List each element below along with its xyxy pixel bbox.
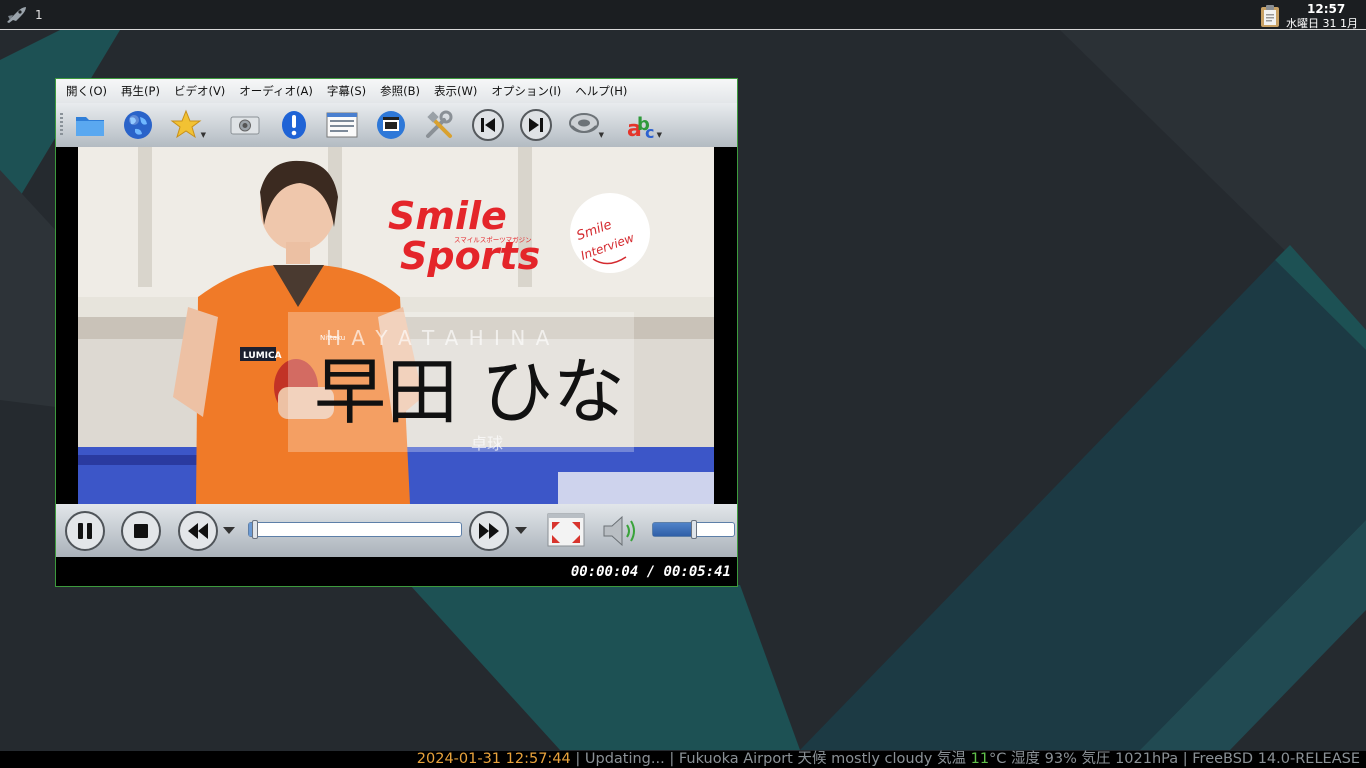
main-toolbar: ▼ ▼ a b c ▼ — [56, 103, 737, 147]
status-datetime: 2024-01-31 12:57:44 — [416, 751, 571, 767]
menu-video[interactable]: ビデオ(V) — [174, 83, 225, 99]
menu-bar: 開く(O) 再生(P) ビデオ(V) オーディオ(A) 字幕(S) 参照(B) … — [56, 79, 737, 103]
name-romaji: H A Y A T A H I N A — [326, 326, 551, 350]
menu-options[interactable]: オプション(I) — [491, 83, 561, 99]
status-weather-details: °C 湿度 93% 気圧 1021hPa — [989, 751, 1179, 767]
volume-speaker-icon[interactable] — [600, 511, 640, 551]
clock-date[interactable]: 水曜日 31 1月 — [1286, 18, 1366, 30]
status-line: 2024-01-31 12:57:44 | Updating... | Fuku… — [417, 751, 1360, 768]
seek-slider[interactable] — [248, 520, 462, 539]
status-os: FreeBSD 14.0-RELEASE — [1192, 751, 1360, 767]
volume-fill — [653, 523, 694, 536]
status-bar: 2024-01-31 12:57:44 | Updating... | Fuku… — [0, 751, 1366, 768]
status-updating: Updating... — [584, 751, 665, 767]
rocket-launcher-icon[interactable] — [5, 6, 27, 24]
brand-sub: スマイルスポーツマガジン — [454, 235, 532, 244]
chevron-down-icon: ▼ — [656, 131, 662, 139]
favorites-button[interactable]: ▼ — [168, 107, 206, 143]
brand-line1: Smile — [388, 194, 507, 238]
open-url-button[interactable] — [120, 107, 156, 143]
svg-text:c: c — [645, 123, 654, 142]
chevron-down-icon: ▼ — [598, 131, 604, 139]
time-display: 00:00:04 / 00:05:41 — [570, 564, 731, 580]
previous-button[interactable] — [470, 107, 506, 143]
previous-track-icon — [472, 109, 504, 141]
status-weather: Fukuoka Airport 天候 mostly cloudy 気温 — [678, 751, 971, 767]
open-file-button[interactable] — [72, 107, 108, 143]
subtitle-track-button[interactable]: a b c ▼ — [624, 107, 662, 143]
clipboard-icon[interactable] — [1258, 4, 1282, 28]
status-separator: | — [1178, 751, 1193, 767]
rewind-menu-chevron-icon[interactable] — [222, 525, 236, 535]
rewind-button[interactable] — [177, 510, 219, 552]
seek-handle[interactable] — [251, 520, 258, 539]
next-button[interactable] — [518, 107, 554, 143]
time-display-bar: 00:00:04 / 00:05:41 — [56, 557, 737, 586]
status-separator: | — [570, 751, 585, 767]
stop-button[interactable] — [120, 510, 162, 552]
info-icon — [282, 111, 306, 139]
status-temperature: 11 — [970, 751, 990, 767]
menu-audio[interactable]: オーディオ(A) — [239, 83, 313, 99]
video-clapper-icon — [377, 111, 405, 139]
volume-slider[interactable] — [652, 520, 735, 539]
clock-time[interactable]: 12:57 — [1307, 2, 1345, 16]
menu-view[interactable]: 表示(W) — [434, 83, 477, 99]
playback-controls: pause — [56, 504, 737, 557]
screenshot-camera-icon — [230, 116, 260, 135]
preferences-button[interactable] — [421, 107, 457, 143]
volume-handle[interactable] — [690, 520, 697, 539]
toolbar-grip[interactable] — [60, 113, 63, 137]
pause-button[interactable]: pause — [64, 510, 106, 552]
name-kanji: 早田 ひな — [314, 350, 625, 434]
folder-icon — [76, 117, 104, 136]
screenshot-button[interactable] — [227, 107, 263, 143]
preferences-tools-icon — [426, 110, 453, 138]
video-frame[interactable]: LUMICA Nittaku H A Y A T A H I N A 早田 ひな… — [78, 147, 714, 504]
audio-track-button[interactable]: ▼ — [566, 107, 604, 143]
chevron-down-icon: ▼ — [200, 131, 206, 139]
shirt-brand: LUMICA — [243, 351, 282, 361]
menu-help[interactable]: ヘルプ(H) — [575, 83, 627, 99]
sport-label: 卓球 — [471, 434, 503, 453]
next-track-icon — [520, 109, 552, 141]
top-panel: 1 12:57 水曜日 31 1月 — [0, 0, 1366, 30]
media-player-window: 開く(O) 再生(P) ビデオ(V) オーディオ(A) 字幕(S) 参照(B) … — [55, 78, 738, 587]
menu-open[interactable]: 開く(O) — [66, 83, 107, 99]
menu-subtitles[interactable]: 字幕(S) — [327, 83, 366, 99]
fullscreen-button[interactable] — [547, 513, 585, 547]
menu-play[interactable]: 再生(P) — [121, 83, 160, 99]
fast-forward-button[interactable] — [468, 510, 510, 552]
workspace-indicator[interactable]: 1 — [35, 8, 43, 22]
audio-track-icon — [569, 113, 599, 133]
video-equalizer-button[interactable] — [373, 107, 409, 143]
video-area[interactable]: LUMICA Nittaku H A Y A T A H I N A 早田 ひな… — [56, 147, 737, 504]
status-separator: | — [664, 751, 679, 767]
globe-icon — [124, 111, 152, 139]
playlist-button[interactable] — [324, 107, 360, 143]
info-button[interactable] — [276, 107, 312, 143]
favorites-star-icon — [170, 109, 202, 139]
forward-menu-chevron-icon[interactable] — [514, 525, 528, 535]
playlist-icon — [326, 112, 358, 138]
subtitle-abc-icon: a b c — [627, 114, 654, 142]
menu-browse[interactable]: 参照(B) — [380, 83, 420, 99]
